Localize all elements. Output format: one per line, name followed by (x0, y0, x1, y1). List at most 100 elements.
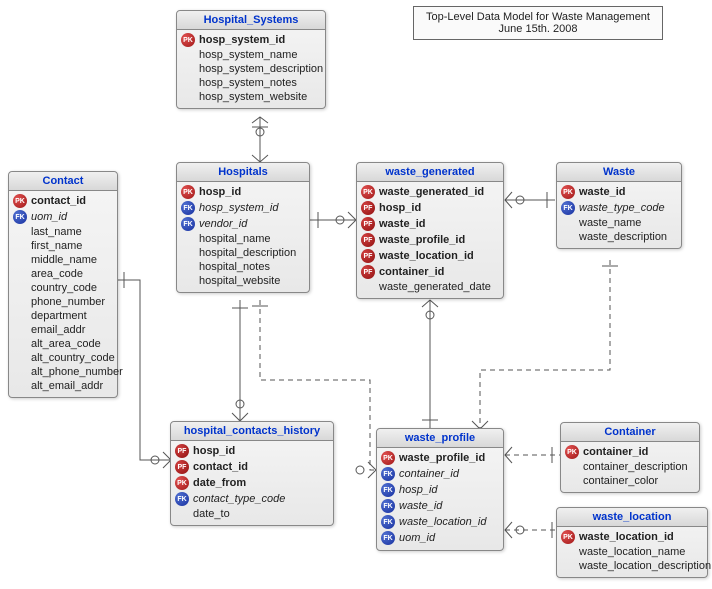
attribute-row: PK container_id (565, 444, 695, 460)
attribute-row: PF hosp_id (175, 443, 329, 459)
diagram-canvas: Top-Level Data Model for Waste Managemen… (0, 0, 712, 589)
pf-key-icon: PF (361, 233, 375, 247)
pf-key-icon: PF (361, 249, 375, 263)
pf-key-icon: PF (361, 265, 375, 279)
attribute-row: FKuom_id (13, 209, 113, 225)
attribute-name: area_code (31, 268, 83, 280)
attribute-name: uom_id (399, 532, 435, 544)
pf-key-icon: PF (175, 444, 189, 458)
entity-waste-location: waste_location PKwaste_location_idwaste_… (556, 507, 708, 578)
attribute-name: waste_id (399, 500, 442, 512)
attribute-row: FK waste_type_code (561, 200, 677, 216)
attribute-name: container_color (583, 475, 658, 487)
pk-key-icon: PK (361, 185, 375, 199)
attribute-name: uom_id (31, 211, 67, 223)
fk-key-icon: FK (381, 515, 395, 529)
attribute-row: FK hosp_id (381, 482, 499, 498)
attribute-name: waste_description (579, 231, 667, 243)
pf-key-icon: PF (361, 217, 375, 231)
diagram-title: Top-Level Data Model for Waste Managemen… (413, 6, 663, 40)
attribute-row: FKhosp_system_id (181, 200, 305, 216)
attribute-name: hosp_system_website (199, 91, 307, 103)
attribute-row: alt_email_addr (13, 379, 113, 393)
attribute-name: waste_location_id (579, 531, 674, 543)
pf-key-icon: PF (175, 460, 189, 474)
attribute-row: last_name (13, 225, 113, 239)
attribute-name: waste_location_id (379, 250, 474, 262)
fk-key-icon: FK (175, 492, 189, 506)
attribute-row: alt_area_code (13, 337, 113, 351)
attribute-name: phone_number (31, 296, 105, 308)
attribute-name: hosp_system_id (199, 202, 279, 214)
attribute-row: area_code (13, 267, 113, 281)
attribute-row: PK hosp_system_id (181, 32, 321, 48)
entity-contact: Contact PKcontact_idFKuom_idlast_namefir… (8, 171, 118, 398)
attribute-name: contact_id (31, 195, 86, 207)
attribute-name: alt_email_addr (31, 380, 103, 392)
attribute-row: FKvendor_id (181, 216, 305, 232)
pk-key-icon: PK (565, 445, 579, 459)
attribute-row: hospital_notes (181, 260, 305, 274)
attribute-row: department (13, 309, 113, 323)
pk-key-icon: PK (181, 185, 195, 199)
pk-key-icon: PK (561, 530, 575, 544)
attribute-name: contact_type_code (193, 493, 285, 505)
entity-header: waste_profile (377, 429, 503, 448)
entity-container: Container PKcontainer_idcontainer_descri… (560, 422, 700, 493)
attribute-row: PK contact_id (13, 193, 113, 209)
attribute-row: PKhosp_id (181, 184, 305, 200)
attribute-name: container_id (583, 446, 648, 458)
attribute-row: phone_number (13, 295, 113, 309)
fk-key-icon: FK (561, 201, 575, 215)
attribute-row: waste_description (561, 230, 677, 244)
attribute-name: hosp_system_description (199, 63, 323, 75)
entity-body: PKcontact_idFKuom_idlast_namefirst_namem… (9, 191, 117, 397)
attribute-name: hospital_name (199, 233, 271, 245)
attribute-row: waste_location_name (561, 545, 703, 559)
attribute-row: PF waste_profile_id (361, 232, 499, 248)
entity-hospital-contacts-history: hospital_contacts_history PFhosp_idPFcon… (170, 421, 334, 526)
entity-body: PKwaste_generated_idPFhosp_idPFwaste_idP… (357, 182, 503, 298)
attribute-name: hosp_id (379, 202, 421, 214)
pk-key-icon: PK (381, 451, 395, 465)
attribute-row: FK contact_type_code (175, 491, 329, 507)
pk-key-icon: PK (181, 33, 195, 47)
attribute-name: hosp_id (399, 484, 438, 496)
attribute-name: date_from (193, 477, 246, 489)
attribute-name: hospital_website (199, 275, 280, 287)
attribute-name: contact_id (193, 461, 248, 473)
entity-body: PF hosp_id PF contact_id PK date_from FK contac… (171, 441, 333, 525)
attribute-name: hospital_description (199, 247, 296, 259)
attribute-row: email_addr (13, 323, 113, 337)
attribute-row: PK waste_generated_id (361, 184, 499, 200)
attribute-row: PFhosp_id (361, 200, 499, 216)
attribute-name: department (31, 310, 87, 322)
pk-key-icon: PK (561, 185, 575, 199)
attribute-name: hosp_system_id (199, 34, 285, 46)
attribute-name: waste_profile_id (379, 234, 465, 246)
attribute-row: container_description (565, 460, 695, 474)
attribute-row: FKcontainer_id (381, 466, 499, 482)
entity-header: Hospitals (177, 163, 309, 182)
attribute-row: PFwaste_id (361, 216, 499, 232)
attribute-row: date_to (175, 507, 329, 521)
entity-body: PKwaste_location_idwaste_location_namewa… (557, 527, 707, 577)
attribute-row: PK date_from (175, 475, 329, 491)
fk-key-icon: FK (381, 483, 395, 497)
pk-key-icon: PK (13, 194, 27, 208)
attribute-name: waste_type_code (579, 202, 665, 214)
attribute-name: waste_id (579, 186, 625, 198)
attribute-name: waste_location_description (579, 560, 711, 572)
attribute-row: container_color (565, 474, 695, 488)
entity-header: Waste (557, 163, 681, 182)
attribute-row: FKuom_id (381, 530, 499, 546)
pk-key-icon: PK (175, 476, 189, 490)
attribute-name: email_addr (31, 324, 85, 336)
attribute-name: waste_location_name (579, 546, 685, 558)
attribute-name: hosp_system_name (199, 49, 297, 61)
attribute-name: waste_generated_id (379, 186, 484, 198)
attribute-name: waste_profile_id (399, 452, 485, 464)
attribute-name: waste_name (579, 217, 641, 229)
attribute-row: FKwaste_id (381, 498, 499, 514)
attribute-name: hosp_id (193, 445, 235, 457)
